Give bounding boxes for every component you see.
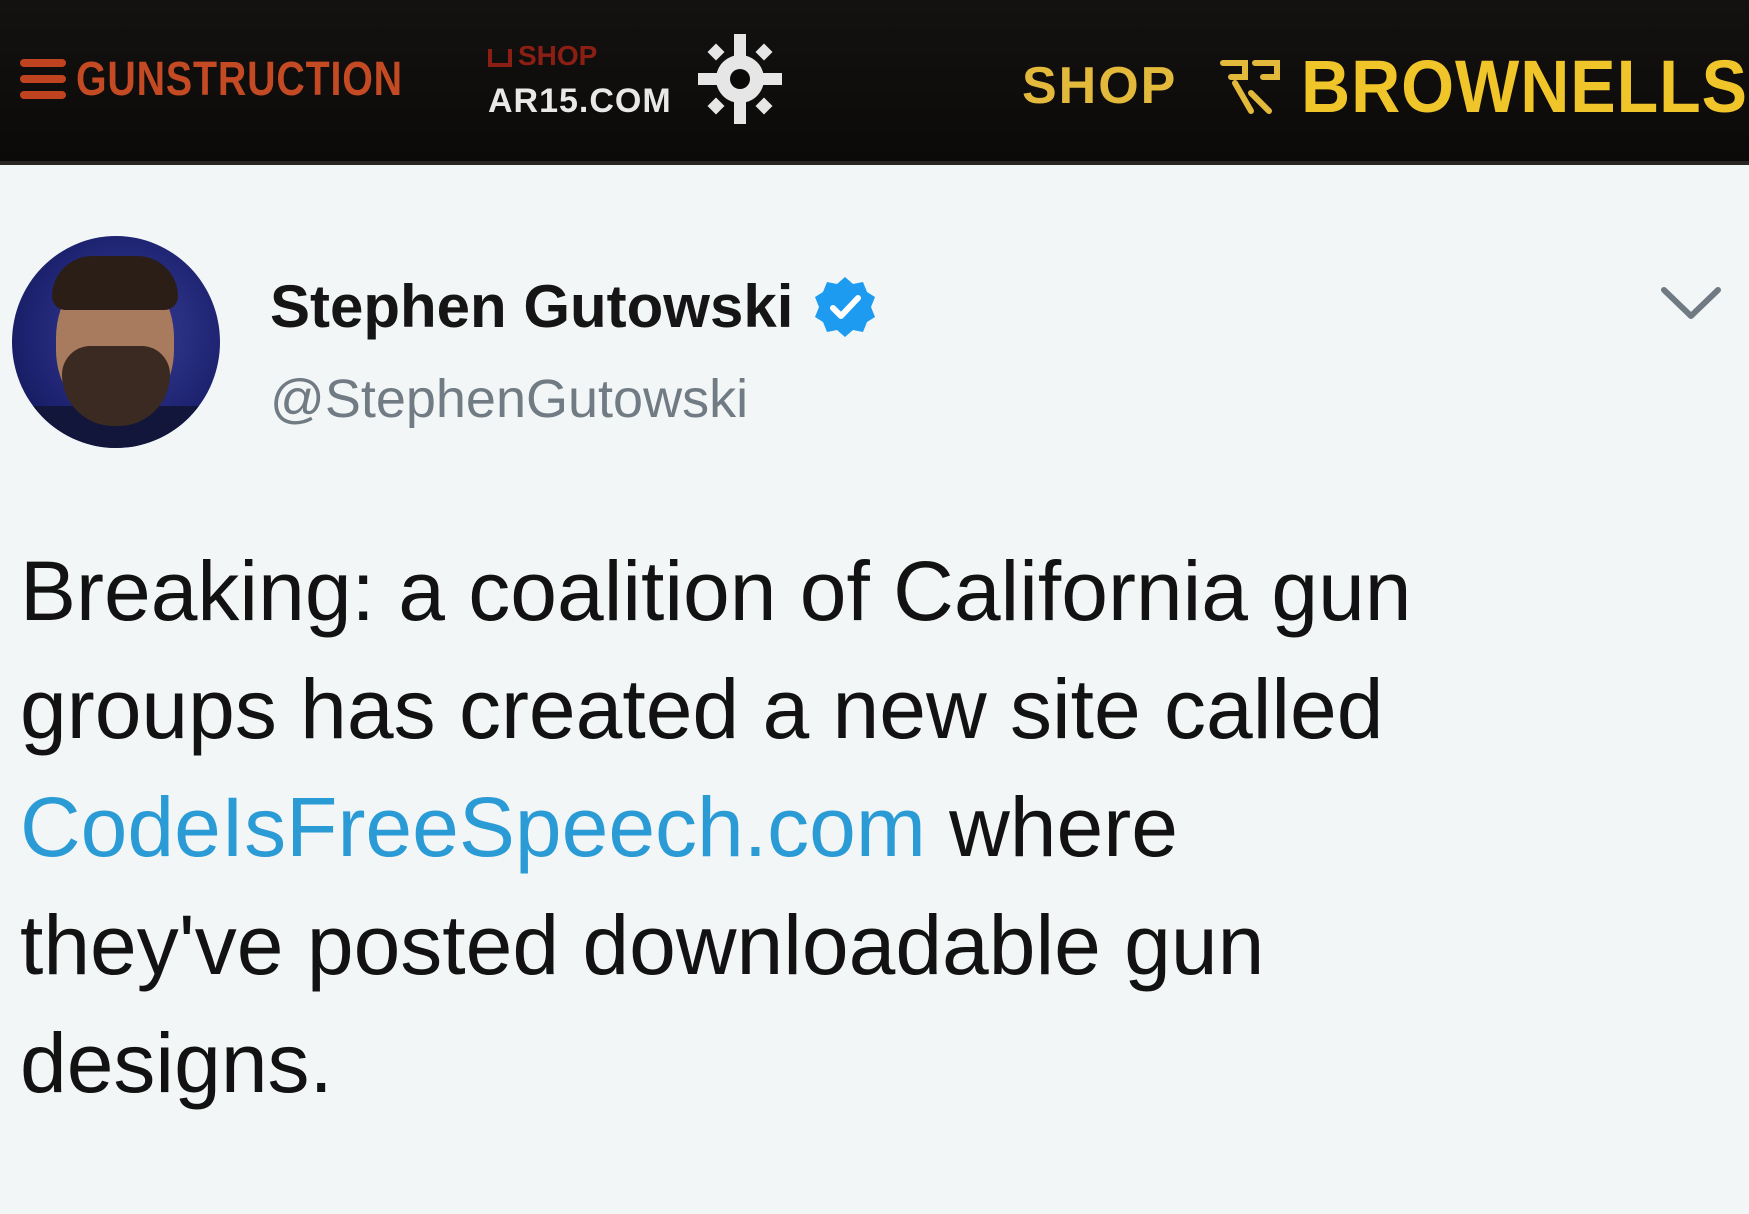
- brownells-emblem-icon: [1220, 60, 1281, 114]
- ad-banner[interactable]: GUNSTRUCTION SHOP AR15.COM SHOP BROWNELL…: [0, 0, 1749, 165]
- ar15-shop-label: SHOP: [488, 40, 597, 72]
- tweet-text-line: designs.: [20, 1016, 333, 1110]
- ar15-shop-text: SHOP: [518, 40, 598, 71]
- ar15-domain: AR15.COM: [488, 82, 672, 120]
- brownells-shop-label: SHOP: [1022, 57, 1178, 115]
- gunstruction-logo-icon: [20, 59, 66, 99]
- verified-badge-icon: [815, 276, 876, 337]
- tweet-link[interactable]: CodeIsFreeSpeech.com: [20, 780, 926, 874]
- tweet-body-text: Breaking: a coalition of California gun …: [20, 532, 1720, 1122]
- ar15-ad-link[interactable]: SHOP AR15.COM: [488, 34, 788, 130]
- brownells-wordmark: BROWNELLS: [1301, 44, 1749, 128]
- gunstruction-ad-link[interactable]: GUNSTRUCTION: [20, 48, 475, 110]
- tweet-text-after-link: where: [925, 780, 1178, 874]
- gunstruction-wordmark: GUNSTRUCTION: [76, 52, 403, 106]
- ar15-bolt-logo-icon: [698, 34, 782, 124]
- tweet-text-line: groups has created a new site called: [20, 662, 1384, 756]
- author-display-name[interactable]: Stephen Gutowski: [270, 272, 793, 341]
- screenshot-page: GUNSTRUCTION SHOP AR15.COM SHOP BROWNELL…: [0, 0, 1749, 1214]
- tweet-text-line: Breaking: a coalition of California gun: [20, 544, 1412, 638]
- brownells-ad-link[interactable]: SHOP BROWNELLS: [1022, 45, 1749, 128]
- chevron-down-icon[interactable]: [1658, 282, 1724, 324]
- avatar[interactable]: [12, 236, 220, 448]
- tweet-text-line-with-link: CodeIsFreeSpeech.com where: [20, 768, 1720, 886]
- tweet-text-line: they've posted downloadable gun: [20, 898, 1265, 992]
- author-name-row: Stephen Gutowski: [270, 272, 877, 341]
- cart-icon: [488, 48, 512, 67]
- author-handle[interactable]: @StephenGutowski: [270, 368, 748, 430]
